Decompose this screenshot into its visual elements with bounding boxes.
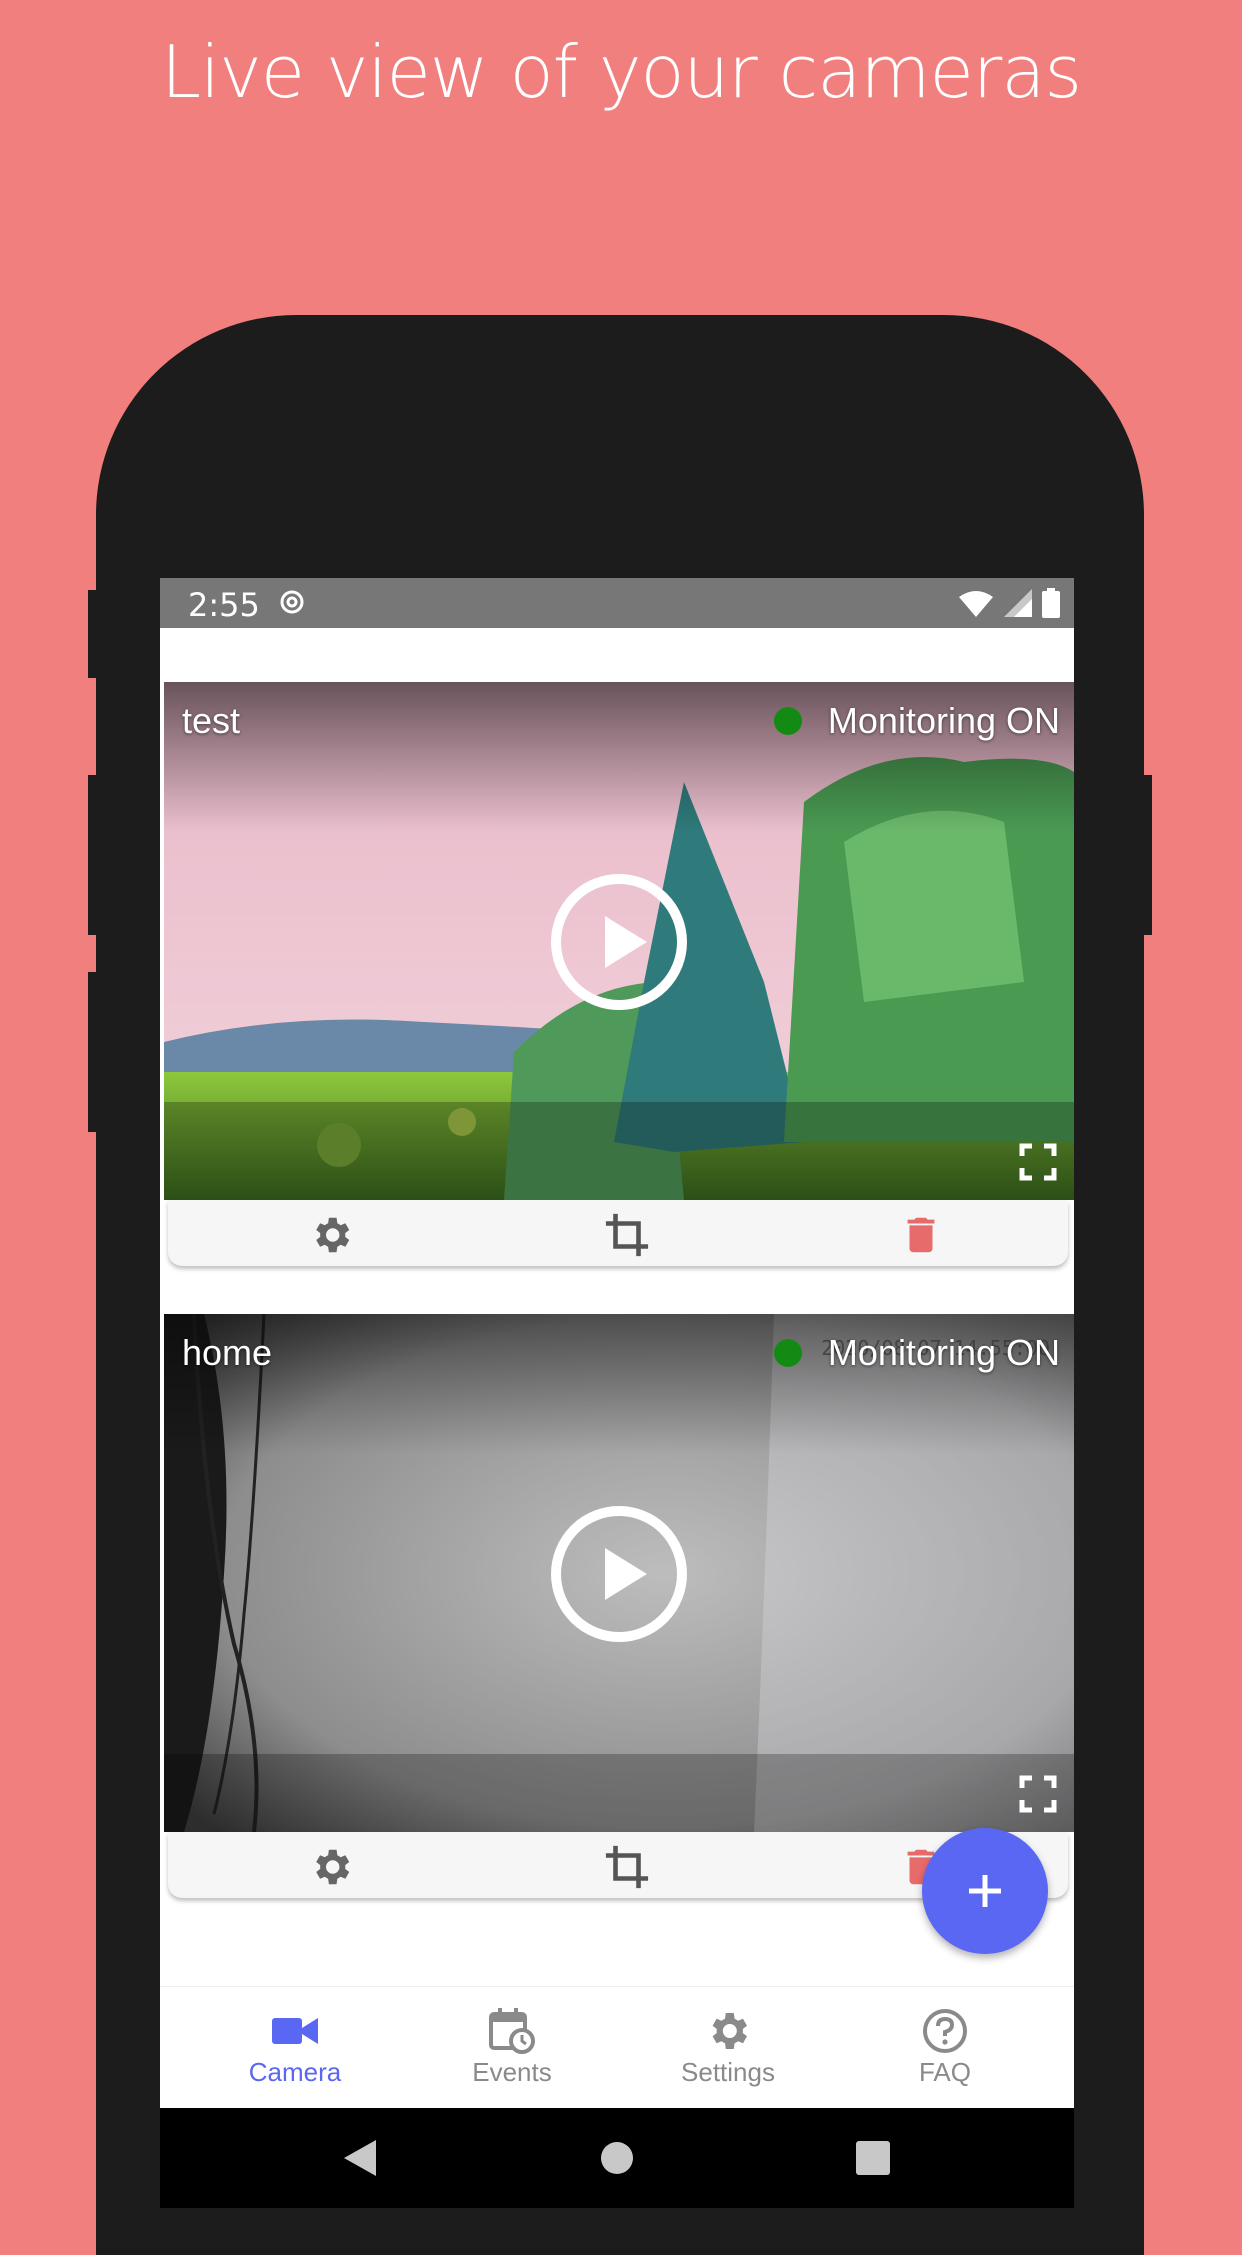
fullscreen-icon[interactable] xyxy=(1018,1774,1058,1814)
home-icon[interactable] xyxy=(600,2141,634,2175)
monitoring-status: Monitoring ON xyxy=(773,1332,1060,1374)
help-icon xyxy=(923,2009,967,2053)
status-icons xyxy=(953,588,1060,618)
recents-icon[interactable] xyxy=(856,2141,890,2175)
nav-label: Camera xyxy=(248,2057,342,2087)
camera-preview[interactable]: 2020/08-07 14:55:00 home Monitoring ON xyxy=(164,1314,1074,1832)
status-time: 2:55 xyxy=(188,586,260,624)
battery-icon xyxy=(1042,588,1060,618)
nav-events[interactable]: Events xyxy=(422,2005,602,2088)
calendar-clock-icon xyxy=(489,2008,535,2054)
plus-icon xyxy=(969,1875,1001,1907)
nav-label: Events xyxy=(472,2057,552,2087)
system-navigation-bar xyxy=(160,2108,1074,2208)
phone-side-button xyxy=(88,775,100,935)
phone-screen: 2:55 test Monitoring ON 2020/08-07 14:55… xyxy=(160,578,1074,2108)
play-icon[interactable] xyxy=(549,872,689,1012)
nav-label: FAQ xyxy=(918,2057,971,2087)
nav-camera[interactable]: Camera xyxy=(205,2005,385,2088)
bottom-navigation: Camera Events Settings FAQ xyxy=(160,1986,1074,2108)
delete-icon[interactable] xyxy=(898,1212,944,1258)
sync-icon xyxy=(278,588,306,621)
settings-icon[interactable] xyxy=(308,1212,354,1258)
nav-label: Settings xyxy=(681,2057,775,2087)
play-icon[interactable] xyxy=(549,1504,689,1644)
monitoring-label: Monitoring ON xyxy=(827,700,1060,741)
phone-side-button xyxy=(88,590,100,678)
cellular-icon xyxy=(1003,589,1032,617)
monitoring-dot xyxy=(773,707,802,735)
phone-side-button xyxy=(88,972,100,1132)
wifi-icon xyxy=(959,591,994,617)
camera-action-bar xyxy=(168,1200,1068,1266)
nav-settings[interactable]: Settings xyxy=(638,2005,818,2088)
camera-name: test xyxy=(182,700,241,741)
nav-faq[interactable]: FAQ xyxy=(855,2005,1035,2088)
monitoring-status: Monitoring ON xyxy=(773,700,1060,742)
gear-icon xyxy=(712,2013,747,2049)
camera-preview[interactable]: test Monitoring ON xyxy=(164,682,1074,1200)
crop-icon[interactable] xyxy=(604,1844,650,1890)
settings-icon[interactable] xyxy=(308,1844,354,1890)
headline: Live view of your cameras xyxy=(160,30,1082,114)
back-icon[interactable] xyxy=(342,2138,378,2178)
crop-icon[interactable] xyxy=(604,1212,650,1258)
monitoring-dot xyxy=(773,1339,802,1367)
status-bar: 2:55 xyxy=(160,578,1074,628)
phone-side-button xyxy=(1140,775,1152,935)
fullscreen-icon[interactable] xyxy=(1018,1142,1058,1182)
monitoring-label: Monitoring ON xyxy=(827,1332,1060,1373)
add-camera-button[interactable] xyxy=(922,1828,1048,1954)
camera-name: home xyxy=(182,1332,273,1373)
videocam-icon xyxy=(272,2018,318,2044)
